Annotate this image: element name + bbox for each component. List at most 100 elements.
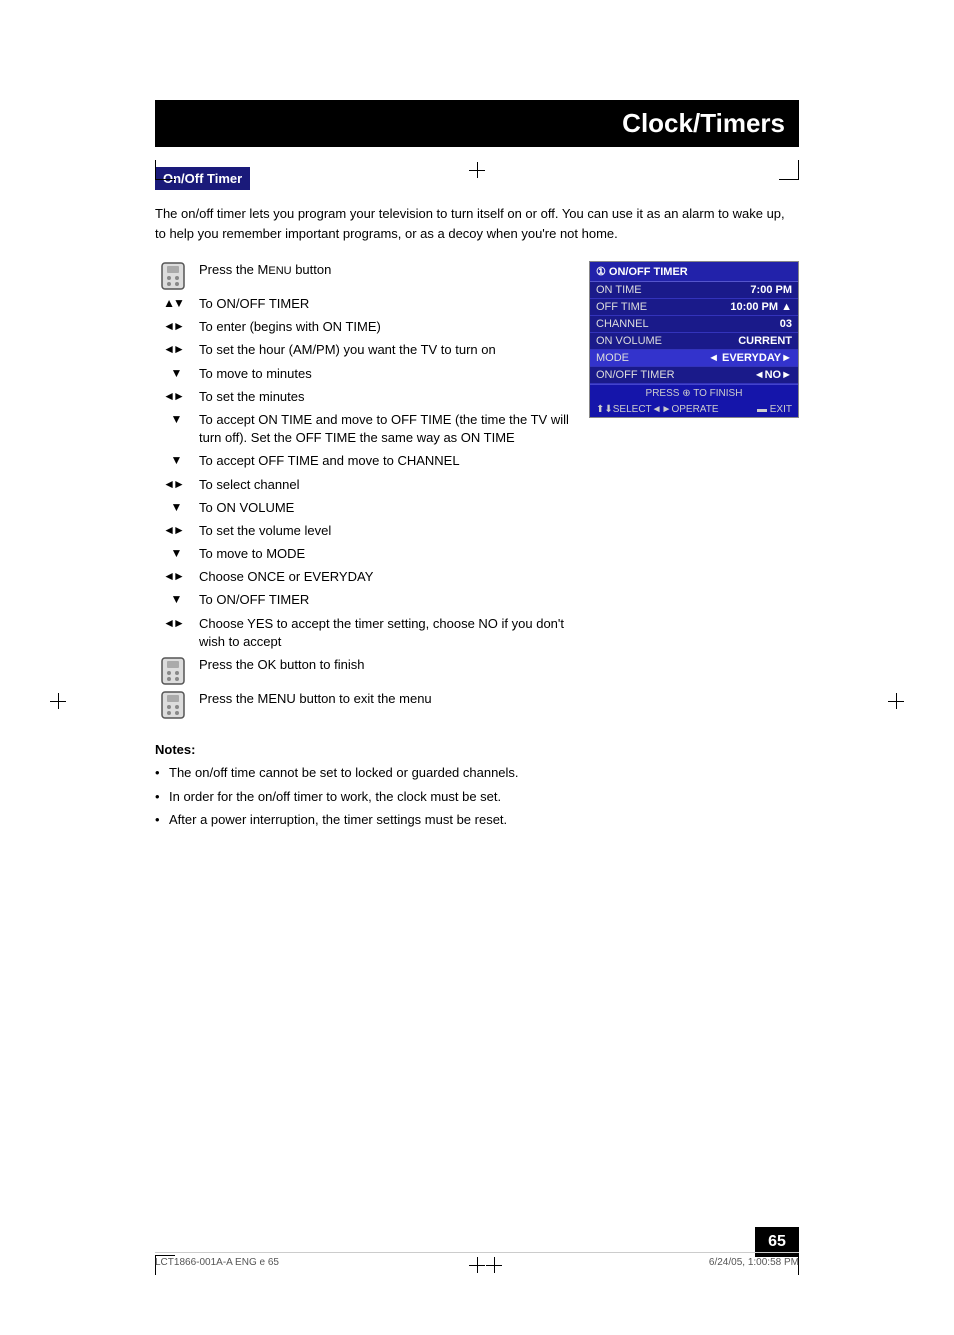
main-content: Clock/Timers On/Off Timer The on/off tim… [155, 100, 799, 830]
step-5-text: To move to minutes [199, 365, 569, 383]
step-15: ◄► Choose YES to accept the timer settin… [155, 615, 569, 651]
menu-label-on-volume: ON VOLUME [596, 335, 662, 347]
menu-label-mode: MODE [596, 352, 629, 364]
arrow-d-icon-12: ▼ [164, 546, 183, 560]
menu-value-on-time: 7:00 PM [750, 284, 792, 296]
arrow-lr-icon-3: ◄► [163, 319, 183, 333]
step-7-text: To accept ON TIME and move to OFF TIME (… [199, 411, 569, 447]
menu-value-off-time: 10:00 PM ▲ [730, 301, 792, 313]
step-6-text: To set the minutes [199, 388, 569, 406]
arrow-d-icon-10: ▼ [164, 500, 183, 514]
page-title: Clock/Timers [155, 100, 799, 147]
arrow-lr-icon-11: ◄► [163, 523, 183, 537]
step-4-text: To set the hour (AM/PM) you want the TV … [199, 341, 569, 359]
arrow-lr-icon-6: ◄► [163, 389, 183, 403]
step-15-icon: ◄► [155, 616, 191, 630]
menu-finish-text: PRESS ⊕ TO FINISH [646, 388, 743, 399]
crosshair-left [50, 693, 66, 709]
step-6-icon: ◄► [155, 389, 191, 403]
steps-list: Press the MENU button ▲▼ To ON/OFF TIMER… [155, 261, 569, 724]
step-11-icon: ◄► [155, 523, 191, 537]
step-13-text: Choose ONCE or EVERYDAY [199, 568, 569, 586]
step-17-icon [155, 691, 191, 719]
arrow-d-icon-7: ▼ [164, 412, 183, 426]
step-10: ▼ To ON VOLUME [155, 499, 569, 517]
steps-container: Press the MENU button ▲▼ To ON/OFF TIMER… [155, 261, 799, 724]
menu-row-onoff-timer: ON/OFF TIMER ◄NO► [590, 367, 798, 384]
intro-text: The on/off timer lets you program your t… [155, 204, 799, 243]
step-14-icon: ▼ [155, 592, 191, 606]
step-16-text: Press the OK button to finish [199, 656, 569, 674]
step-3: ◄► To enter (begins with ON TIME) [155, 318, 569, 336]
step-1-icon [155, 262, 191, 290]
menu-row-on-volume: ON VOLUME CURRENT [590, 333, 798, 350]
step-14: ▼ To ON/OFF TIMER [155, 591, 569, 609]
footer-left: LCT1866-001A-A ENG e 65 [155, 1257, 279, 1273]
notes-title: Notes: [155, 742, 799, 757]
step-12-icon: ▼ [155, 546, 191, 560]
step-2-text: To ON/OFF TIMER [199, 295, 569, 313]
menu-row-off-time: OFF TIME 10:00 PM ▲ [590, 299, 798, 316]
step-17: Press the MENU button to exit the menu [155, 690, 569, 719]
step-6: ◄► To set the minutes [155, 388, 569, 406]
menu-panel-header: ① ON/OFF TIMER [590, 262, 798, 282]
step-12: ▼ To move to MODE [155, 545, 569, 563]
menu-nav-select: ⬆⬇SELECT◄►OPERATE [596, 404, 719, 415]
arrow-d-icon-8: ▼ [164, 453, 183, 467]
step-13-icon: ◄► [155, 569, 191, 583]
menu-label-off-time: OFF TIME [596, 301, 647, 313]
step-3-text: To enter (begins with ON TIME) [199, 318, 569, 336]
step-10-text: To ON VOLUME [199, 499, 569, 517]
menu-value-on-volume: CURRENT [738, 335, 792, 347]
step-7-icon: ▼ [155, 412, 191, 426]
note-item-2: In order for the on/off timer to work, t… [155, 787, 799, 807]
step-1-text: Press the MENU button [199, 261, 569, 279]
step-3-icon: ◄► [155, 319, 191, 333]
step-10-icon: ▼ [155, 500, 191, 514]
note-item-3: After a power interruption, the timer se… [155, 810, 799, 830]
remote-svg-16 [160, 657, 186, 685]
note-item-1: The on/off time cannot be set to locked … [155, 763, 799, 783]
step-5: ▼ To move to minutes [155, 365, 569, 383]
menu-panel-finish: PRESS ⊕ TO FINISH [590, 384, 798, 402]
step-8-icon: ▼ [155, 453, 191, 467]
step-4-icon: ◄► [155, 342, 191, 356]
arrow-lr-icon-13: ◄► [163, 569, 183, 583]
step-2: ▲▼ To ON/OFF TIMER [155, 295, 569, 313]
step-13: ◄► Choose ONCE or EVERYDAY [155, 568, 569, 586]
notes-section: Notes: The on/off time cannot be set to … [155, 742, 799, 830]
menu-row-channel: CHANNEL 03 [590, 316, 798, 333]
menu-panel-nav: ⬆⬇SELECT◄►OPERATE ▬ EXIT [590, 402, 798, 417]
crosshair-right [888, 693, 904, 709]
menu-label-on-time: ON TIME [596, 284, 642, 296]
step-11: ◄► To set the volume level [155, 522, 569, 540]
menu-row-on-time: ON TIME 7:00 PM [590, 282, 798, 299]
footer: LCT1866-001A-A ENG e 65 6/24/05, 1:00:58… [155, 1252, 799, 1273]
menu-panel: ① ON/OFF TIMER ON TIME 7:00 PM OFF TIME … [589, 261, 799, 418]
menu-label-channel: CHANNEL [596, 318, 649, 330]
step-7: ▼ To accept ON TIME and move to OFF TIME… [155, 411, 569, 447]
menu-label-onoff-timer: ON/OFF TIMER [596, 369, 675, 381]
step-4: ◄► To set the hour (AM/PM) you want the … [155, 341, 569, 359]
step-8: ▼ To accept OFF TIME and move to CHANNEL [155, 452, 569, 470]
step-14-text: To ON/OFF TIMER [199, 591, 569, 609]
step-1: Press the MENU button [155, 261, 569, 290]
step-8-text: To accept OFF TIME and move to CHANNEL [199, 452, 569, 470]
step-17-text: Press the MENU button to exit the menu [199, 690, 569, 708]
step-15-text: Choose YES to accept the timer setting, … [199, 615, 569, 651]
arrow-d-icon-5: ▼ [164, 366, 183, 380]
remote-svg-17 [160, 691, 186, 719]
section-header-text: On/Off Timer [163, 171, 242, 186]
page-title-text: Clock/Timers [622, 108, 785, 138]
section-header: On/Off Timer [155, 167, 250, 190]
arrow-lr-icon-15: ◄► [163, 616, 183, 630]
step-5-icon: ▼ [155, 366, 191, 380]
footer-crosshair [486, 1257, 502, 1273]
menu-row-mode: MODE ◄ EVERYDAY► [590, 350, 798, 367]
arrow-d-icon-14: ▼ [164, 592, 183, 606]
step-12-text: To move to MODE [199, 545, 569, 563]
step-16-icon [155, 657, 191, 685]
step-11-text: To set the volume level [199, 522, 569, 540]
menu-value-onoff-timer: ◄NO► [754, 369, 792, 381]
step-16: Press the OK button to finish [155, 656, 569, 685]
